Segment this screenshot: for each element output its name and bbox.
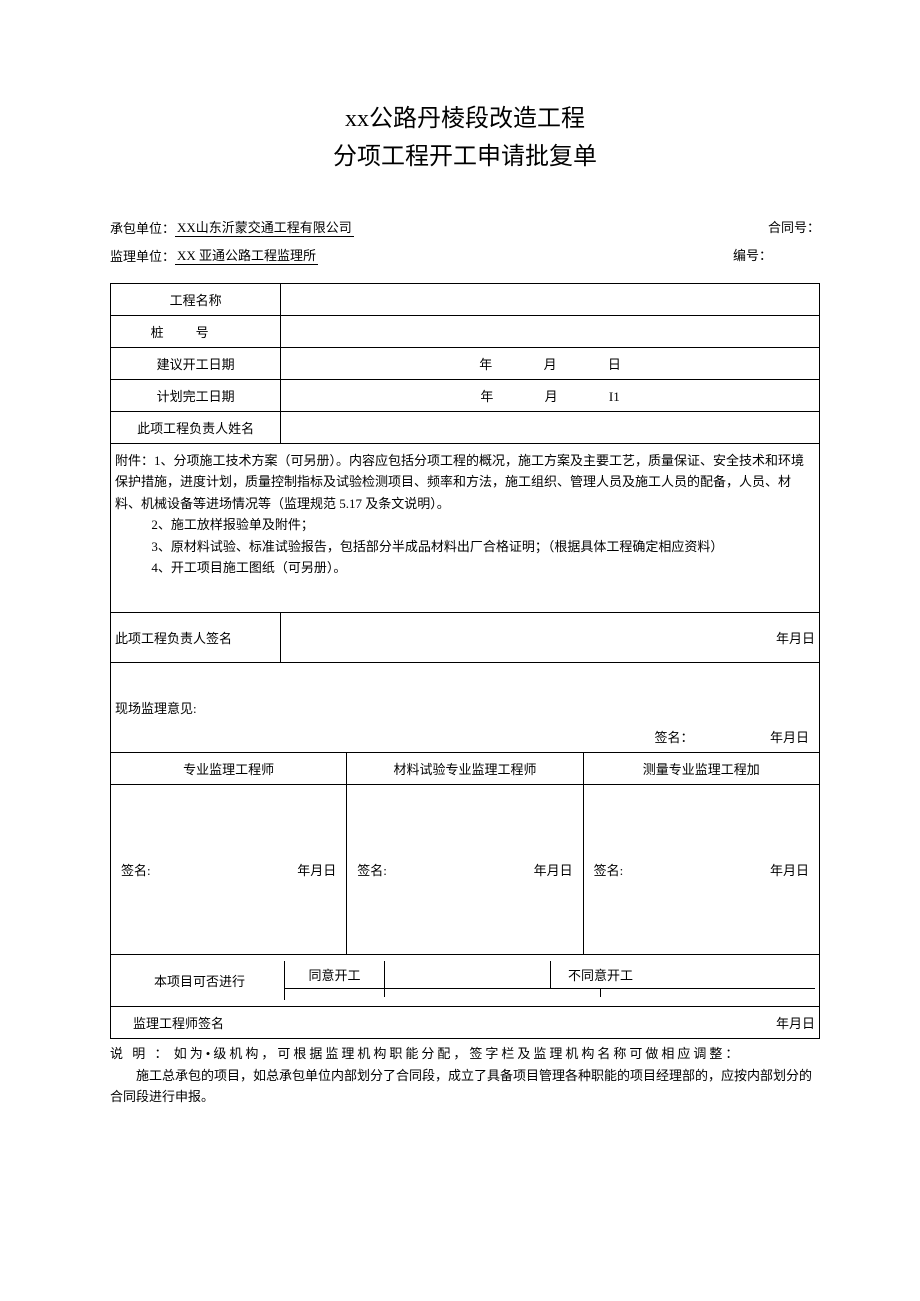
sig-label: 签名: [594,860,624,879]
unit-year: 年 [479,354,492,373]
attachment-item-1: 附件：1、分项施工技术方案（可另册）。内容应包括分项工程的概况，施工方案及主要工… [115,450,815,514]
col-header-3: 测量专业监理工程加 [583,753,819,785]
row-pile-no-value[interactable] [281,315,820,347]
col-header-1: 专业监理工程师 [111,753,347,785]
manager-sign-label: 此项工程负责人签名 [111,613,281,663]
approval-table: 本项目可否进行 同意开工 不同意开工 [110,955,820,1039]
serial-no-label: 编号： [733,245,820,265]
engineer-sign-cell-1[interactable]: 签名: 年月日 [111,785,347,955]
site-opinion-cell[interactable]: 现场监理意见: 签名： 年月日 [111,663,820,753]
attachment-item-4: 4、开工项目施工图纸（可另册）。 [115,557,815,578]
ymd-text: 年月日 [534,860,573,879]
row-manager-name-value[interactable] [281,411,820,443]
approval-agree-label: 同意开工 [285,961,385,988]
title-line-2: 分项工程开工申请批复单 [110,138,820,176]
approval-disagree-box[interactable] [650,961,815,988]
form-table: 工程名称 桩号 建议开工日期 年 月 日 计划完工日期 年 月 I1 此项工程负… [110,283,820,754]
ymd-text: 年月日 [776,631,815,646]
site-opinion-label: 现场监理意见: [115,698,815,717]
unit-day: I1 [609,389,620,405]
supervisor-label: 监理单位： [110,246,175,265]
manager-sign-value[interactable]: 年月日 [281,613,820,663]
row-proposed-start-label: 建议开工日期 [111,347,281,379]
contract-no-label: 合同号： [768,217,820,237]
explain-line-1: 如为•级机构，可根据监理机构职能分配，签字栏及监理机构名称可做相应调整： [174,1046,742,1061]
contractor-label: 承包单位： [110,218,175,237]
sign-label: 签名： [654,730,693,745]
title-line-1: xx公路丹棱段改造工程 [110,100,820,138]
ymd-text: 年月日 [770,860,809,879]
row-project-name-value[interactable] [281,283,820,315]
ymd-text: 年月日 [776,1013,815,1032]
meta-block: 承包单位： XX山东沂蒙交通工程有限公司 合同号： 监理单位： XX 亚通公路工… [110,217,820,265]
explain-line-2: 施工总承包的项目，如总承包单位内部划分了合同段，成立了具备项目管理各种职能的项目… [110,1065,820,1108]
approval-blank-b[interactable] [385,989,601,997]
explanation-block: 说 明 ： 如为•级机构，可根据监理机构职能分配，签字栏及监理机构名称可做相应调… [110,1043,820,1107]
attachment-item-3: 3、原材料试验、标准试验报告，包括部分半成品材料出厂合格证明；（根据具体工程确定… [115,536,815,557]
supervisor-engineer-sign-label: 监理工程师签名 [115,1013,224,1032]
col-header-2: 材料试验专业监理工程师 [347,753,583,785]
engineer-sign-cell-2[interactable]: 签名: 年月日 [347,785,583,955]
attachment-item-2: 2、施工放样报验单及附件； [115,514,815,535]
document-title-block: xx公路丹棱段改造工程 分项工程开工申请批复单 [110,100,820,177]
three-engineer-table: 专业监理工程师 材料试验专业监理工程师 测量专业监理工程加 签名: 年月日 签名… [110,753,820,955]
row-planned-finish-value[interactable]: 年 月 I1 [281,379,820,411]
explain-label: 说 明 ： [110,1046,171,1061]
ymd-text: 年月日 [297,860,336,879]
unit-year: 年 [480,386,493,405]
unit-month: 月 [545,386,558,405]
approval-disagree-label: 不同意开工 [550,961,650,988]
unit-month: 月 [544,354,557,373]
sig-label: 签名: [357,860,387,879]
ymd-text: 年月日 [770,730,809,745]
approval-can-proceed-label: 本项目可否进行 [115,961,285,1000]
contractor-value: XX山东沂蒙交通工程有限公司 [175,217,354,237]
supervisor-value: XX 亚通公路工程监理所 [175,245,318,265]
row-proposed-start-value[interactable]: 年 月 日 [281,347,820,379]
approval-blank-a[interactable] [285,989,385,997]
engineer-sign-cell-3[interactable]: 签名: 年月日 [583,785,819,955]
row-planned-finish-label: 计划完工日期 [111,379,281,411]
attachments-cell: 附件：1、分项施工技术方案（可另册）。内容应包括分项工程的概况，施工方案及主要工… [111,443,820,613]
approval-agree-box[interactable] [385,961,550,988]
row-project-name-label: 工程名称 [111,283,281,315]
row-pile-no-label: 桩号 [111,315,281,347]
sig-label: 签名: [121,860,151,879]
unit-day: 日 [608,354,621,373]
row-manager-name-label: 此项工程负责人姓名 [111,411,281,443]
approval-blank-c[interactable] [601,989,816,997]
